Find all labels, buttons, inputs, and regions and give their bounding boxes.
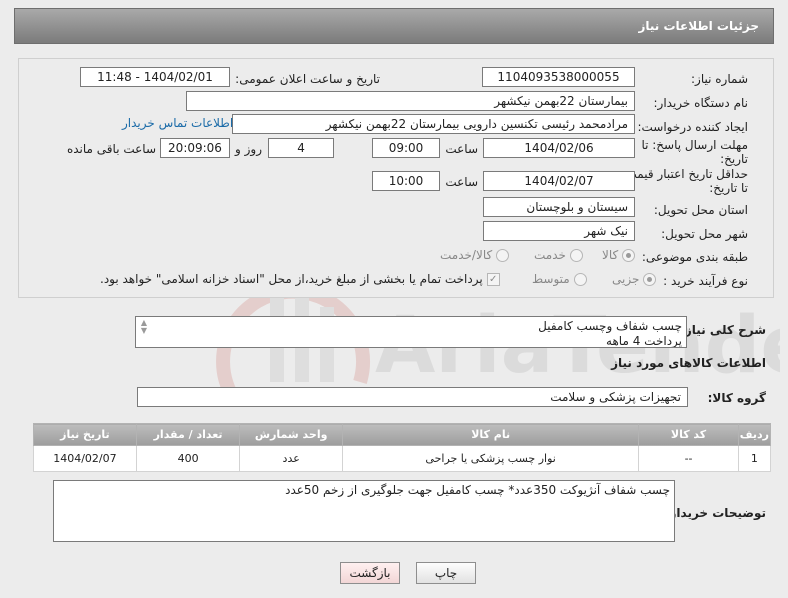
purchase-type-label: نوع فرآیند خرید : [663, 274, 748, 288]
radio-selected-icon [643, 272, 657, 286]
remaining-time-field: 20:09:06 [160, 138, 230, 158]
description-line-2: پرداخت 4 ماهه [606, 334, 682, 348]
goods-group-field: تجهیزات پزشکی و سلامت [137, 387, 688, 407]
announce-date-label: تاریخ و ساعت اعلان عمومی: [235, 72, 380, 86]
price-validity-label-line1: حداقل تاریخ اعتبار قیمت: [621, 167, 748, 181]
col-name: نام کالا [341, 423, 640, 446]
category-option-service[interactable]: خدمت [534, 248, 583, 262]
description-textarea[interactable]: چسب شفاف وچسب کامفیل پرداخت 4 ماهه ▲ ▼ [135, 316, 687, 348]
buyer-org-field: بیمارستان 22بهمن نیکشهر [186, 91, 635, 111]
col-code: کد کالا [638, 423, 739, 446]
col-qty: تعداد / مقدار [135, 423, 241, 446]
buyer-contact-link[interactable]: اطلاعات تماس خریدار [122, 116, 233, 130]
buyer-notes-text: چسب شفاف آنژیوکت 350عدد* چسب کامفیل جهت … [285, 483, 670, 497]
radio-icon [569, 248, 583, 262]
city-label: شهر محل تحویل: [661, 227, 748, 241]
requester-label: ایجاد کننده درخواست: [637, 120, 748, 134]
goods-table-header: ردیف کد کالا نام کالا واحد شمارش تعداد /… [33, 423, 772, 446]
announce-date-field: 1404/02/01 - 11:48 [80, 67, 230, 87]
goods-table: ردیف کد کالا نام کالا واحد شمارش تعداد /… [33, 423, 772, 472]
reply-deadline-time-field: 09:00 [372, 138, 440, 158]
col-date: تاریخ نیاز [33, 423, 137, 446]
need-number-label: شماره نیاز: [691, 72, 748, 86]
remaining-days-field: 4 [268, 138, 334, 158]
cell-code: -- [638, 445, 739, 472]
buyer-org-label: نام دستگاه خریدار: [653, 96, 749, 110]
checkmark-icon: ✓ [486, 272, 500, 286]
price-validity-date-field: 1404/02/07 [483, 171, 635, 191]
description-line-1: چسب شفاف وچسب کامفیل [538, 319, 682, 333]
price-validity-label-line2: تا تاریخ: [709, 181, 748, 195]
reply-deadline-label-line2: تاریخ: [720, 152, 748, 166]
radio-selected-icon [622, 248, 636, 262]
back-button[interactable]: بازگشت [340, 562, 400, 584]
buyer-notes-label: توضیحات خریدار: [664, 506, 766, 520]
radio-icon [573, 272, 587, 286]
reply-deadline-label-line1: مهلت ارسال پاسخ: تا [641, 138, 748, 152]
cell-row: 1 [737, 445, 772, 472]
radio-icon [496, 248, 510, 262]
print-button[interactable]: چاپ [416, 562, 476, 584]
col-row: ردیف [737, 423, 772, 446]
page-title: جزئیات اطلاعات نیاز [638, 19, 759, 33]
need-number-field: 1104093538000055 [482, 67, 635, 87]
city-field: نیک شهر [483, 221, 635, 241]
price-validity-time-label: ساعت [445, 175, 478, 189]
category-label: طبقه بندی موضوعی: [641, 250, 748, 264]
page-title-bar: جزئیات اطلاعات نیاز [14, 8, 774, 44]
price-validity-time-field: 10:00 [372, 171, 440, 191]
col-unit: واحد شمارش [239, 423, 343, 446]
goods-section-title: اطلاعات کالاهای مورد نیاز [611, 356, 766, 370]
purchase-type-option-minor[interactable]: جزیی [612, 272, 657, 286]
cell-unit: عدد [239, 445, 343, 472]
cell-name: نوار چسب پزشکی یا جراحی [341, 445, 640, 472]
scroll-arrows-icon[interactable]: ▲ ▼ [138, 319, 150, 345]
category-option-goods[interactable]: کالا [602, 248, 636, 262]
table-row: 1 -- نوار چسب پزشکی یا جراحی عدد 400 140… [33, 445, 772, 472]
remaining-time-label: ساعت باقی مانده [66, 142, 156, 156]
cell-qty: 400 [135, 445, 241, 472]
category-option-goods-service[interactable]: کالا/خدمت [440, 248, 510, 262]
remaining-days-label: روز و [235, 142, 262, 156]
treasury-payment-checkbox[interactable]: ✓ پرداخت تمام یا بخشی از مبلغ خرید،از مح… [100, 272, 500, 286]
buyer-notes-textarea[interactable]: چسب شفاف آنژیوکت 350عدد* چسب کامفیل جهت … [53, 480, 675, 542]
reply-deadline-date-field: 1404/02/06 [483, 138, 635, 158]
cell-date: 1404/02/07 [33, 445, 137, 472]
goods-group-label: گروه کالا: [707, 391, 766, 405]
province-field: سیستان و بلوچستان [483, 197, 635, 217]
description-label: شرح کلی نیاز: [680, 323, 766, 337]
requester-field: مرادمحمد رئیسی تکنسین دارویی بیمارستان 2… [232, 114, 635, 134]
province-label: استان محل تحویل: [653, 203, 748, 217]
purchase-type-option-medium[interactable]: متوسط [532, 272, 587, 286]
reply-deadline-time-label: ساعت [445, 142, 478, 156]
